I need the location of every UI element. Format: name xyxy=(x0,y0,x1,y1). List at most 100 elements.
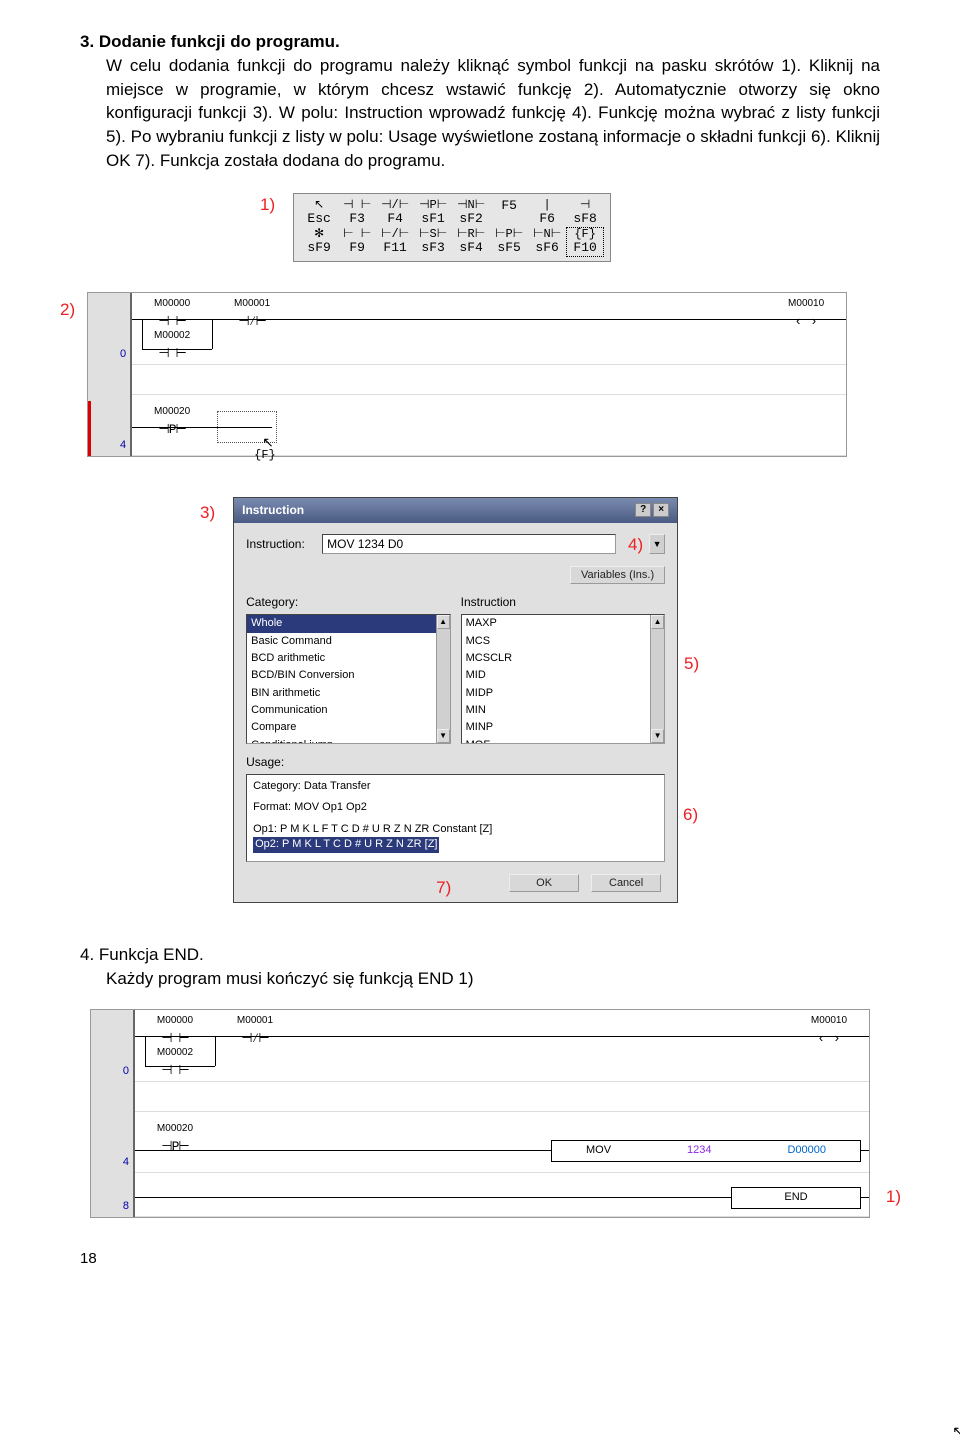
tb-btn-f10-function[interactable]: {F}F10↖ xyxy=(566,227,604,256)
list-item[interactable]: MINP xyxy=(462,719,665,736)
list-item[interactable]: Whole xyxy=(247,615,450,632)
scrollbar[interactable]: ▲▼ xyxy=(436,615,450,743)
annotation-3: 3) xyxy=(200,501,215,525)
annotation-2: 2) xyxy=(60,298,75,322)
func-arg2: D00000 xyxy=(787,1143,826,1158)
end-function[interactable]: END xyxy=(731,1187,861,1209)
tb-btn-sf1[interactable]: ⊣P⊢sF1 xyxy=(414,198,452,227)
shortcut-toolbar: ↖Esc ⊣ ⊢F3 ⊣/⊢F4 ⊣P⊢sF1 ⊣N⊢sF2 F5 |F6 ⊣s… xyxy=(293,193,611,262)
contact-p[interactable]: M00020⊣P⊢ xyxy=(145,1122,205,1156)
list-item[interactable]: MCS xyxy=(462,633,665,650)
page-number: 18 xyxy=(80,1248,880,1269)
tb-btn-sf6[interactable]: ⊢N⊢sF6 xyxy=(528,227,566,256)
list-item[interactable]: MCSCLR xyxy=(462,650,665,667)
scrollbar[interactable]: ▲▼ xyxy=(650,615,664,743)
list-item[interactable]: BCD arithmetic xyxy=(247,650,450,667)
func-op: END xyxy=(784,1190,807,1205)
tb-btn-f4[interactable]: ⊣/⊢F4 xyxy=(376,198,414,227)
rung-body[interactable] xyxy=(135,1082,869,1112)
ladder-editor-final[interactable]: 0 M00000⊣ ⊢ M00001⊣∕⊢ M00002⊣ ⊢ M00010‹ … xyxy=(90,1009,870,1218)
rung-body[interactable]: M00000⊣ ⊢ M00001⊣∕⊢ M00002⊣ ⊢ M00010‹ › xyxy=(132,293,846,365)
usage-line: Category: Data Transfer xyxy=(253,779,658,794)
output-coil[interactable]: M00010‹ › xyxy=(776,297,836,331)
annotation-5: 5) xyxy=(684,652,699,676)
contact-no[interactable]: M00002⊣ ⊢ xyxy=(142,329,202,363)
cancel-button[interactable]: Cancel xyxy=(591,874,661,892)
rung-blank xyxy=(91,1082,135,1118)
tb-btn-f3[interactable]: ⊣ ⊢F3 xyxy=(338,198,376,227)
rung-number: 0 xyxy=(91,1010,135,1082)
list-item[interactable]: MID xyxy=(462,667,665,684)
contact-no[interactable]: M00000⊣ ⊢ xyxy=(142,297,202,331)
list-item[interactable]: MIN xyxy=(462,702,665,719)
tb-btn-sf4[interactable]: ⊢R⊢sF4 xyxy=(452,227,490,256)
section-title: 3. Dodanie funkcji do programu. xyxy=(80,32,340,51)
func-arg1: 1234 xyxy=(687,1143,711,1158)
instruction-list[interactable]: MAXP MCS MCSCLR MID MIDP MIN MINP MOF MO… xyxy=(461,614,666,744)
tb-btn-sf5[interactable]: ⊢P⊢sF5 xyxy=(490,227,528,256)
f-label: {F} xyxy=(254,447,276,464)
tb-btn-sf2[interactable]: ⊣N⊢sF2 xyxy=(452,198,490,227)
tb-btn-f5[interactable]: F5 xyxy=(490,198,528,227)
tb-btn-sf3[interactable]: ⊢S⊢sF3 xyxy=(414,227,452,256)
tb-btn-f11[interactable]: ⊢/⊢F11 xyxy=(376,227,414,256)
scroll-down-icon[interactable]: ▼ xyxy=(651,729,664,743)
usage-box: Category: Data Transfer Format: MOV Op1 … xyxy=(246,774,665,862)
list-item[interactable]: Basic Command xyxy=(247,633,450,650)
list-item[interactable]: MIDP xyxy=(462,685,665,702)
list-item[interactable]: BIN arithmetic xyxy=(247,685,450,702)
rung-body[interactable]: M00020⊣P⊢ ↖ {F} xyxy=(132,401,846,456)
tb-btn-f9[interactable]: ⊢ ⊢F9 xyxy=(338,227,376,256)
rung-blank xyxy=(88,365,132,401)
tb-btn-f6[interactable]: |F6 xyxy=(528,198,566,227)
annotation-6: 6) xyxy=(683,803,698,827)
tb-btn-sf9[interactable]: ✻sF9 xyxy=(300,227,338,256)
rung-body[interactable]: M00020⊣P⊢ MOV 1234 D00000 xyxy=(135,1118,869,1173)
usage-line: Format: MOV Op1 Op2 xyxy=(253,800,658,815)
rung-body[interactable]: M00000⊣ ⊢ M00001⊣∕⊢ M00002⊣ ⊢ M00010‹ › xyxy=(135,1010,869,1082)
rung-body[interactable]: END xyxy=(135,1173,869,1217)
usage-line-highlight: Op2: P M K L T C D # U R Z N ZR [Z] xyxy=(253,837,439,852)
list-item[interactable]: MAXP xyxy=(462,615,665,632)
tb-btn-esc[interactable]: ↖Esc xyxy=(300,198,338,227)
section-body: W celu dodania funkcji do programu należ… xyxy=(106,54,880,173)
tb-btn-sf8[interactable]: ⊣sF8 xyxy=(566,198,604,227)
category-list[interactable]: Whole Basic Command BCD arithmetic BCD/B… xyxy=(246,614,451,744)
ok-button[interactable]: OK xyxy=(509,874,579,892)
category-label: Category: xyxy=(246,594,451,611)
list-item[interactable]: MOF xyxy=(462,737,665,744)
list-item[interactable]: Compare xyxy=(247,719,450,736)
annotation-1: 1) xyxy=(260,193,275,217)
list-item[interactable]: Conditional jump xyxy=(247,737,450,744)
scroll-up-icon[interactable]: ▲ xyxy=(651,615,664,629)
section4-title: 4. Funkcja END. xyxy=(80,943,880,967)
ladder-editor-2[interactable]: 0 M00000⊣ ⊢ M00001⊣∕⊢ M00002⊣ ⊢ M00010‹ … xyxy=(87,292,847,457)
contact-nc[interactable]: M00001⊣∕⊢ xyxy=(222,297,282,331)
contact-p[interactable]: M00020⊣P⊢ xyxy=(142,405,202,439)
scroll-up-icon[interactable]: ▲ xyxy=(437,615,450,629)
rung-body[interactable] xyxy=(132,365,846,395)
instruction-label: Instruction: xyxy=(246,536,316,553)
rung-number: 4 xyxy=(91,1118,135,1173)
help-button[interactable]: ? xyxy=(635,503,651,517)
contact-no[interactable]: M00000⊣ ⊢ xyxy=(145,1014,205,1048)
contact-no[interactable]: M00002⊣ ⊢ xyxy=(145,1046,205,1080)
usage-line: Op1: P M K L F T C D # U R Z N ZR Consta… xyxy=(253,822,658,837)
list-item[interactable]: Communication xyxy=(247,702,450,719)
dialog-titlebar[interactable]: Instruction ? × xyxy=(234,498,677,523)
scroll-down-icon[interactable]: ▼ xyxy=(437,729,450,743)
annotation-7: 7) xyxy=(436,876,451,900)
list-item[interactable]: BCD/BIN Conversion xyxy=(247,667,450,684)
contact-nc[interactable]: M00001⊣∕⊢ xyxy=(225,1014,285,1048)
dropdown-button[interactable]: ▼ xyxy=(649,534,665,554)
close-button[interactable]: × xyxy=(653,503,669,517)
cursor-icon: ↖ xyxy=(952,1426,960,1441)
rung-number: 4 xyxy=(88,401,132,456)
instruction-input[interactable] xyxy=(322,534,616,554)
rung-number: 0 xyxy=(88,293,132,365)
section4-body: Każdy program musi kończyć się funkcją E… xyxy=(106,967,880,991)
mov-function[interactable]: MOV 1234 D00000 xyxy=(551,1140,861,1162)
edit-marker xyxy=(88,401,91,456)
variables-button[interactable]: Variables (Ins.) xyxy=(570,566,665,584)
output-coil[interactable]: M00010‹ › xyxy=(799,1014,859,1048)
